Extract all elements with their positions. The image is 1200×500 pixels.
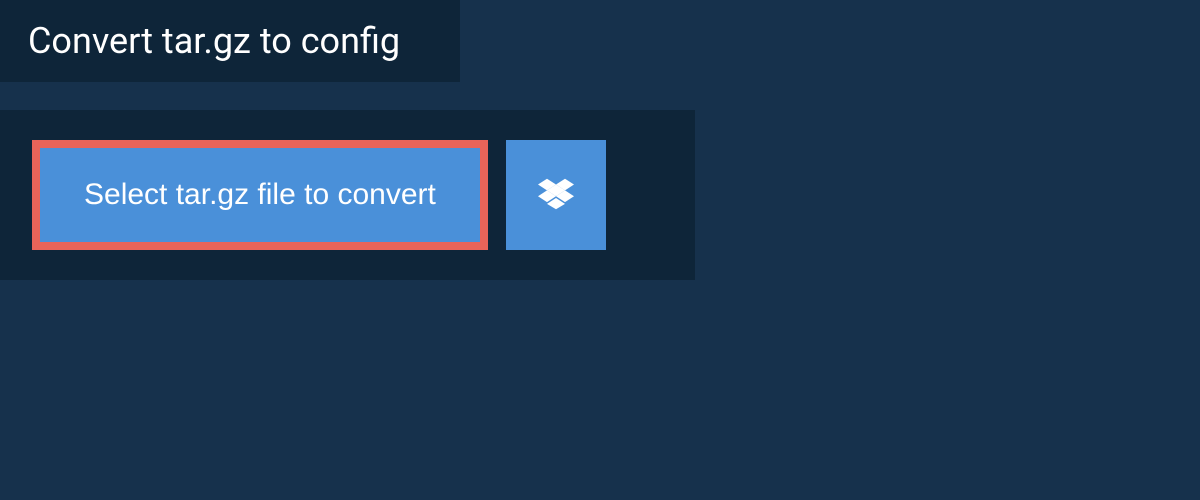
header-tab: Convert tar.gz to config bbox=[0, 0, 460, 82]
select-file-label: Select tar.gz file to convert bbox=[84, 178, 436, 212]
select-file-button[interactable]: Select tar.gz file to convert bbox=[32, 140, 488, 250]
content-panel: Select tar.gz file to convert bbox=[0, 110, 695, 280]
page-title: Convert tar.gz to config bbox=[28, 20, 432, 62]
button-row: Select tar.gz file to convert bbox=[32, 140, 663, 250]
dropbox-icon bbox=[538, 178, 574, 213]
dropbox-button[interactable] bbox=[506, 140, 606, 250]
